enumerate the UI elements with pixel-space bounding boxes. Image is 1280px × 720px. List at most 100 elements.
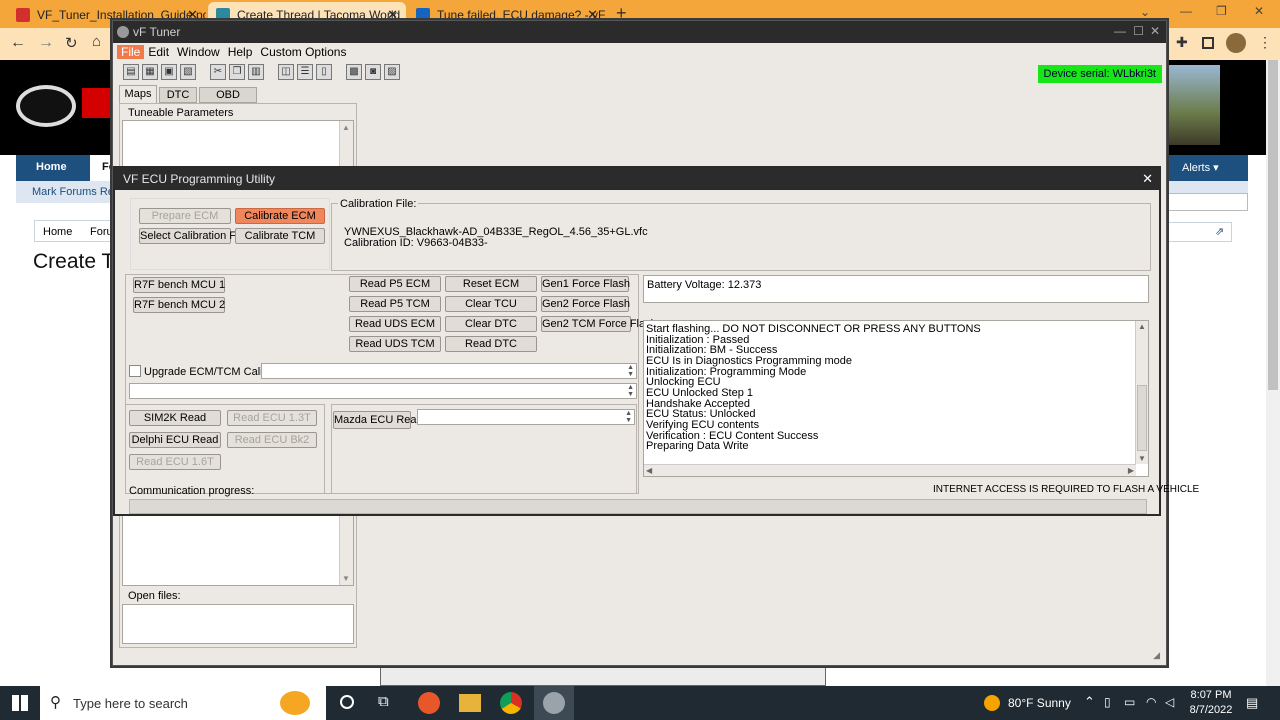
calibrate-tcm-button[interactable]: Calibrate TCM — [235, 228, 325, 244]
firefox-icon[interactable] — [418, 692, 440, 714]
maximize-icon[interactable]: ☐ — [1133, 24, 1144, 38]
avatar[interactable] — [1226, 33, 1246, 53]
tab-obd-logger[interactable]: OBD Logger — [199, 87, 257, 115]
battery-icon[interactable]: ▭ — [1124, 695, 1135, 709]
mazda-ecu-read-button[interactable]: Mazda ECU Read — [333, 411, 423, 429]
flash-log[interactable]: Start flashing... DO NOT DISCONNECT OR P… — [643, 320, 1149, 477]
chevron-down-icon[interactable]: ⌄ — [1140, 5, 1150, 19]
read-uds-tcm-button[interactable]: Read UDS TCM — [349, 336, 441, 352]
notifications-icon[interactable]: ▤ — [1246, 695, 1258, 711]
read-dtc-button[interactable]: Read DTC — [445, 336, 537, 352]
close-icon[interactable]: ✕ — [1150, 24, 1160, 38]
save-all-icon[interactable]: ▦ — [142, 64, 158, 80]
menu-help[interactable]: Help — [224, 45, 257, 59]
device-icon[interactable]: ▯ — [1104, 695, 1111, 709]
menu-file[interactable]: File — [117, 45, 145, 59]
close-icon[interactable]: ✕ — [1254, 4, 1264, 18]
log-hscrollbar[interactable]: ◀ ▶ — [644, 464, 1136, 476]
breadcrumb-home[interactable]: Home — [43, 226, 72, 238]
reload-icon[interactable]: ↻ — [65, 34, 78, 52]
vf-tuner-taskbar-button[interactable] — [534, 686, 574, 720]
reset-ecm-button[interactable]: Reset ECM — [445, 276, 537, 292]
clock-time[interactable]: 8:07 PM — [1188, 689, 1234, 701]
read-ecu-13t-button[interactable]: Read ECU 1.3T — [227, 410, 317, 426]
save-icon[interactable]: ▣ — [161, 64, 177, 80]
extensions-icon[interactable]: ✚ — [1176, 34, 1188, 51]
taskbar-search[interactable]: ⚲ Type here to search — [40, 686, 326, 720]
back-icon[interactable]: ← — [10, 34, 26, 52]
sim2k-read-button[interactable]: SIM2K Read — [129, 410, 221, 426]
menu-custom-options[interactable]: Custom Options — [256, 45, 350, 59]
tab-dtc[interactable]: DTC — [159, 87, 197, 103]
cut-icon[interactable]: ✂ — [210, 64, 226, 80]
paste-icon[interactable]: ▥ — [248, 64, 264, 80]
home-icon[interactable]: ⌂ — [92, 33, 101, 50]
scroll-down-icon[interactable]: ▼ — [1138, 454, 1146, 463]
open-icon[interactable]: ▤ — [123, 64, 139, 80]
calibrate-ecm-button[interactable]: Calibrate ECM — [235, 208, 325, 224]
cascade-icon[interactable]: ◫ — [278, 64, 294, 80]
tile-horizontal-icon[interactable]: ☰ — [297, 64, 313, 80]
spin-icon[interactable]: ▲ ▼ — [627, 364, 634, 378]
maximize-icon[interactable]: ❐ — [1216, 4, 1227, 18]
nav-alerts[interactable]: Alerts ▾ — [1182, 161, 1219, 174]
tile-vertical-icon[interactable]: ▯ — [316, 64, 332, 80]
weather-text[interactable]: 80°F Sunny — [1008, 696, 1071, 710]
scroll-left-icon[interactable]: ◀ — [646, 466, 652, 475]
delphi-ecu-read-button[interactable]: Delphi ECU Read — [129, 432, 221, 448]
read-uds-ecm-button[interactable]: Read UDS ECM — [349, 316, 441, 332]
tray-chevron-icon[interactable]: ⌃ — [1084, 694, 1095, 710]
chip-icon[interactable]: ▩ — [346, 64, 362, 80]
tab-maps[interactable]: Maps — [119, 85, 157, 103]
nav-home[interactable]: Home — [36, 161, 67, 173]
file-path-combo[interactable]: ▲ ▼ — [129, 383, 637, 399]
gen1-force-flash-button[interactable]: Gen1 Force Flash — [541, 276, 630, 292]
forward-icon[interactable]: → — [38, 34, 54, 52]
chrome-icon[interactable] — [500, 692, 522, 714]
mazda-combo[interactable]: ▲ ▼ — [417, 409, 635, 425]
scan-icon[interactable]: ◙ — [365, 64, 381, 80]
scroll-up-icon[interactable]: ▲ — [342, 123, 350, 132]
prepare-ecm-button[interactable]: Prepare ECM — [139, 208, 231, 224]
minimize-icon[interactable]: — — [1180, 4, 1192, 18]
file-explorer-icon[interactable] — [459, 694, 481, 712]
gen2-tcm-force-flash-button[interactable]: Gen2 TCM Force Flash — [541, 316, 657, 332]
scroll-down-icon[interactable]: ▼ — [342, 574, 350, 583]
sidebar-icon[interactable] — [1202, 37, 1214, 49]
compare-icon[interactable]: ▧ — [180, 64, 196, 80]
upgrade-calibration-checkbox[interactable] — [129, 365, 141, 377]
log-scroll-thumb[interactable] — [1137, 385, 1147, 451]
page-scrollbar-thumb[interactable] — [1268, 60, 1278, 390]
r7f-bench-mcu1-button[interactable]: R7F bench MCU 1 — [133, 277, 225, 293]
task-view-icon[interactable]: ⧉ — [378, 693, 389, 710]
upgrade-calibration-combo[interactable]: ▲ ▼ — [261, 363, 637, 379]
r7f-bench-mcu2-button[interactable]: R7F bench MCU 2 — [133, 297, 225, 313]
page-scrollbar[interactable] — [1266, 60, 1280, 686]
clear-dtc-button[interactable]: Clear DTC — [445, 316, 537, 332]
scroll-up-icon[interactable]: ▲ — [1138, 322, 1146, 331]
clear-tcu-button[interactable]: Clear TCU — [445, 296, 537, 312]
cortana-icon[interactable] — [340, 695, 354, 709]
wifi-icon[interactable]: ◠ — [1146, 695, 1156, 709]
open-files-list[interactable] — [122, 604, 354, 644]
volume-icon[interactable]: ◁ — [1165, 695, 1174, 709]
clock-date[interactable]: 8/7/2022 — [1186, 704, 1236, 716]
select-calibration-file-button[interactable]: Select Calibration File — [139, 228, 247, 244]
more-menu-icon[interactable]: ⋮ — [1258, 34, 1272, 51]
menu-edit[interactable]: Edit — [144, 45, 173, 59]
read-ecu-16t-button[interactable]: Read ECU 1.6T — [129, 454, 221, 470]
read-p5-tcm-button[interactable]: Read P5 TCM — [349, 296, 441, 312]
site-search-input[interactable] — [1160, 193, 1248, 211]
log-vscrollbar[interactable]: ▲ ▼ — [1135, 321, 1148, 464]
copy-icon[interactable]: ❐ — [229, 64, 245, 80]
log-icon[interactable]: ▨ — [384, 64, 400, 80]
popout-icon[interactable]: ⇗ — [1215, 225, 1224, 238]
windows-start-icon[interactable] — [12, 695, 28, 711]
close-icon[interactable]: ✕ — [1142, 171, 1153, 187]
menu-window[interactable]: Window — [173, 45, 224, 59]
resize-grip-icon[interactable]: ◢ — [1153, 650, 1160, 661]
spin-icon[interactable]: ▲ ▼ — [627, 384, 634, 398]
gen2-force-flash-button[interactable]: Gen2 Force Flash — [541, 296, 630, 312]
scroll-right-icon[interactable]: ▶ — [1128, 466, 1134, 475]
read-p5-ecm-button[interactable]: Read P5 ECM — [349, 276, 441, 292]
